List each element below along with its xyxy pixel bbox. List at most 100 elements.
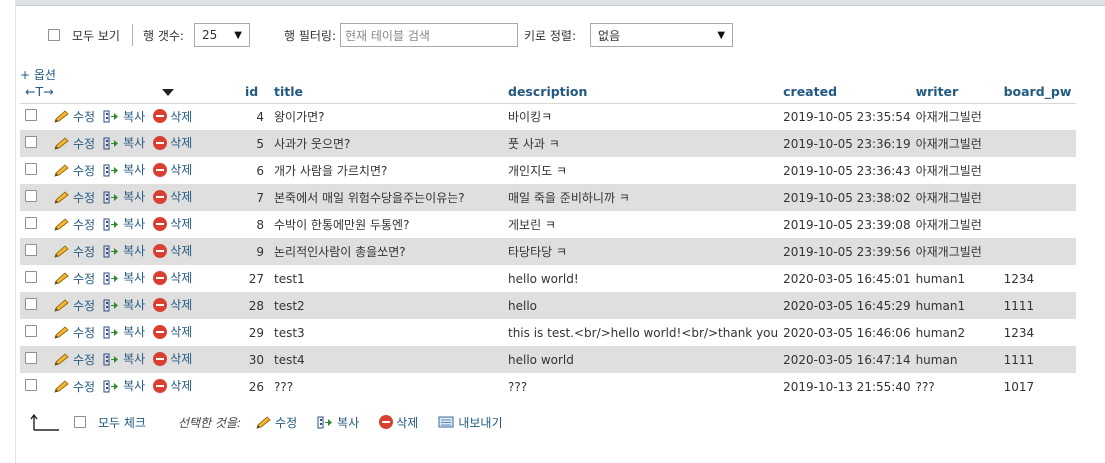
delete-button[interactable]: 삭제	[153, 323, 192, 340]
check-all-checkbox[interactable]	[74, 416, 86, 428]
table-row[interactable]: 수정 복사 삭제 7 본죽에서 매일 위험수당을주는이유는? 매일 죽을 준비하니까 ㅋ2…	[20, 184, 1076, 211]
column-header-id[interactable]: id	[240, 80, 269, 104]
copy-button[interactable]: 복사	[103, 269, 145, 286]
show-all-checkbox[interactable]	[48, 29, 60, 41]
copy-icon	[103, 191, 119, 204]
bulk-copy-button[interactable]: 복사	[317, 414, 359, 431]
delete-label: 삭제	[170, 298, 193, 313]
copy-button[interactable]: 복사	[103, 134, 145, 151]
column-header-created[interactable]: created	[778, 80, 911, 104]
table-row[interactable]: 수정 복사 삭제 8 수박이 한통에만원 두통엔? 게보린 ㅋ 2019-10-05 23:…	[20, 211, 1076, 238]
check-all-label[interactable]: 모두 체크	[98, 414, 146, 431]
delete-button[interactable]: 삭제	[153, 161, 192, 178]
delete-icon	[153, 324, 168, 339]
table-row[interactable]: 수정 복사 삭제 26?????? 2019-10-13 21:55:40??? 1017	[20, 373, 1076, 400]
cell-description: hello world	[503, 346, 779, 373]
pencil-icon	[54, 353, 69, 366]
row-checkbox[interactable]	[25, 244, 37, 256]
table-row[interactable]: 수정 복사 삭제 28 test2 hello 2020-03-05 16:45:29 hum…	[20, 292, 1076, 319]
edit-button[interactable]: 수정	[53, 243, 95, 260]
row-filter-input[interactable]: 현재 테이블 검색	[340, 23, 518, 47]
row-checkbox-cell	[20, 103, 48, 130]
row-checkbox-cell	[20, 319, 48, 346]
delete-icon	[153, 297, 168, 312]
copy-button[interactable]: 복사	[103, 215, 145, 232]
with-selected-label: 선택한 것을:	[177, 415, 242, 430]
delete-icon	[153, 162, 168, 177]
row-count-select[interactable]: 25 ▼	[193, 23, 250, 47]
table-row[interactable]: 수정 복사 삭제 5 사과가 웃으면? 풋 사과 ㅋ 2019-10-05 23:36:19…	[20, 130, 1076, 157]
copy-label: 복사	[123, 298, 146, 313]
copy-button[interactable]: 복사	[103, 242, 145, 259]
copy-button[interactable]: 복사	[103, 323, 145, 340]
edit-button[interactable]: 수정	[53, 270, 95, 287]
delete-button[interactable]: 삭제	[153, 269, 192, 286]
row-checkbox[interactable]	[25, 379, 37, 391]
table-row[interactable]: 수정 복사 삭제 27 test1 hello world! 2020-03-05 16:4…	[20, 265, 1076, 292]
bulk-export-button[interactable]: 내보내기	[438, 414, 503, 431]
column-header-description[interactable]: description	[503, 80, 779, 104]
delete-icon	[153, 378, 168, 393]
delete-button[interactable]: 삭제	[153, 134, 192, 151]
table-header: ←T→ id title description created writer …	[20, 80, 1076, 104]
table-row[interactable]: 수정 복사 삭제 30 test4 hello world 2020-03-05 16:47…	[20, 346, 1076, 373]
row-checkbox[interactable]	[25, 271, 37, 283]
edit-button[interactable]: 수정	[53, 135, 95, 152]
cell-title: ???	[269, 373, 503, 400]
edit-button[interactable]: 수정	[53, 324, 95, 341]
delete-label: 삭제	[170, 352, 193, 367]
column-header-title[interactable]: title	[269, 80, 503, 104]
cell-created: 2019-10-05 23:39:56	[778, 238, 911, 265]
row-checkbox[interactable]	[25, 325, 37, 337]
sort-arrow-icon[interactable]	[161, 88, 174, 96]
resize-arrows[interactable]: ←T→	[25, 84, 54, 99]
table-row[interactable]: 수정 복사 삭제 29 test3 this is test.<br/>hello wor…	[20, 319, 1076, 346]
bulk-edit-button[interactable]: 수정	[255, 414, 297, 431]
row-checkbox[interactable]	[25, 190, 37, 202]
copy-button[interactable]: 복사	[103, 188, 145, 205]
row-checkbox[interactable]	[25, 109, 37, 122]
delete-button[interactable]: 삭제	[153, 188, 192, 205]
row-checkbox[interactable]	[25, 136, 37, 148]
bulk-delete-button[interactable]: 삭제	[379, 414, 418, 431]
table-row[interactable]: 수정 복사 삭제 4 왕이가면? 바이킹ㅋ 2019-10-05 23:35:54 아재개그빌…	[20, 103, 1076, 130]
delete-button[interactable]: 삭제	[153, 108, 192, 125]
copy-button[interactable]: 복사	[103, 377, 145, 394]
edit-button[interactable]: 수정	[53, 216, 95, 233]
cell-writer: 아재개그빌런	[910, 157, 999, 184]
copy-button[interactable]: 복사	[103, 350, 145, 367]
delete-button[interactable]: 삭제	[153, 242, 192, 259]
row-checkbox[interactable]	[25, 298, 37, 310]
row-count-value: 25	[201, 28, 218, 42]
row-checkbox[interactable]	[25, 352, 37, 364]
copy-button[interactable]: 복사	[103, 108, 145, 125]
edit-button[interactable]: 수정	[53, 189, 95, 206]
cell-id: 9	[240, 238, 269, 265]
delete-button[interactable]: 삭제	[153, 296, 192, 313]
row-actions: 수정 복사 삭제	[48, 238, 240, 265]
edit-button[interactable]: 수정	[53, 108, 95, 125]
row-checkbox[interactable]	[25, 163, 37, 175]
column-header-writer[interactable]: writer	[910, 80, 999, 104]
copy-icon	[103, 137, 119, 150]
delete-label: 삭제	[170, 136, 193, 151]
cell-writer: ???	[910, 373, 999, 400]
copy-button[interactable]: 복사	[103, 161, 145, 178]
delete-button[interactable]: 삭제	[153, 350, 192, 367]
sort-key-select[interactable]: 없음 ▼	[590, 23, 734, 47]
edit-button[interactable]: 수정	[53, 378, 95, 395]
cell-title: test4	[269, 346, 503, 373]
row-checkbox[interactable]	[25, 217, 37, 229]
edit-button[interactable]: 수정	[53, 297, 95, 314]
copy-label: 복사	[123, 163, 146, 178]
edit-button[interactable]: 수정	[53, 162, 95, 179]
delete-icon	[379, 415, 394, 429]
delete-button[interactable]: 삭제	[153, 215, 192, 232]
copy-button[interactable]: 복사	[103, 296, 145, 313]
delete-button[interactable]: 삭제	[153, 377, 192, 394]
column-header-board-pw[interactable]: board_pw	[998, 80, 1076, 104]
table-row[interactable]: 수정 복사 삭제 6 개가 사람을 가르치면? 개인지도 ㅋ 2019-10-05 23:3…	[20, 157, 1076, 184]
edit-button[interactable]: 수정	[53, 351, 95, 368]
cell-created: 2020-03-05 16:45:29	[778, 292, 911, 319]
table-row[interactable]: 수정 복사 삭제 9 논리적인사람이 총을쏘면? 타당타당 ㅋ 2019-10-05 23:…	[20, 238, 1076, 265]
